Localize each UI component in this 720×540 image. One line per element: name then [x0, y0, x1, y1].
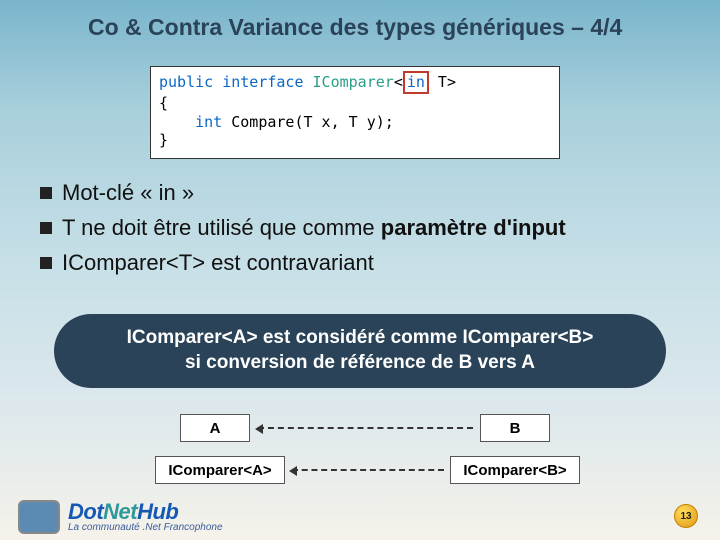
callout-line-1: IComparer<A> est considéré comme ICompar… — [54, 326, 666, 351]
code-text: T> — [429, 73, 456, 91]
bullet-icon — [40, 257, 52, 269]
code-keyword: public interface — [159, 73, 304, 91]
code-line-1: public interface IComparer<in T> — [159, 71, 551, 94]
code-line-3: int Compare(T x, T y); — [159, 113, 551, 132]
callout-text: est considéré comme — [258, 327, 463, 348]
code-line-4: } — [159, 131, 551, 150]
diagram-box-icomparer-b: IComparer<B> — [450, 456, 580, 484]
arrow-icon — [258, 427, 473, 429]
code-highlight-in: in — [403, 71, 429, 94]
logo-badge-icon — [18, 500, 60, 534]
bullet-icon — [40, 187, 52, 199]
logo-part: Hub — [137, 499, 178, 524]
diagram-box-icomparer-a: IComparer<A> — [155, 456, 285, 484]
bullet-list: Mot-clé « in » T ne doit être utilisé qu… — [40, 178, 680, 282]
bullet-text: IComparer<T> est contravariant — [62, 250, 374, 275]
bullet-icon — [40, 222, 52, 234]
callout-text: IComparer<B> — [462, 327, 593, 348]
code-line-2: { — [159, 94, 551, 113]
code-text: Compare(T x, T y); — [222, 113, 394, 131]
page-number-badge: 13 — [674, 504, 698, 528]
logo-name: DotNetHub — [68, 501, 223, 523]
logo-text: DotNetHub La communauté .Net Francophone — [68, 501, 223, 533]
callout-line-2: si conversion de référence de B vers A — [54, 351, 666, 376]
bullet-item: Mot-clé « in » — [40, 178, 680, 209]
bullet-item: IComparer<T> est contravariant — [40, 248, 680, 279]
bullet-text: Mot-clé « in » — [62, 180, 194, 205]
logo-part: Net — [103, 499, 137, 524]
diagram-box-b: B — [480, 414, 550, 442]
bullet-text: T ne doit être utilisé que comme — [62, 215, 381, 240]
arrow-icon — [292, 469, 444, 471]
code-type: IComparer — [304, 73, 394, 91]
logo-part: Dot — [68, 499, 103, 524]
code-keyword: int — [159, 113, 222, 131]
logo-tagline: La communauté .Net Francophone — [68, 523, 223, 533]
bullet-text-bold: paramètre d'input — [381, 215, 566, 240]
callout-text: IComparer<A> — [127, 327, 258, 348]
bullet-item: T ne doit être utilisé que comme paramèt… — [40, 213, 680, 244]
diagram-box-a: A — [180, 414, 250, 442]
slide-title: Co & Contra Variance des types générique… — [88, 14, 622, 41]
callout-box: IComparer<A> est considéré comme ICompar… — [54, 314, 666, 388]
code-text: < — [394, 73, 403, 91]
callout-text: si conversion de référence de — [185, 352, 459, 373]
footer-logo: DotNetHub La communauté .Net Francophone — [18, 500, 223, 534]
code-snippet: public interface IComparer<in T> { int C… — [150, 66, 560, 159]
callout-text: B vers A — [459, 352, 535, 373]
